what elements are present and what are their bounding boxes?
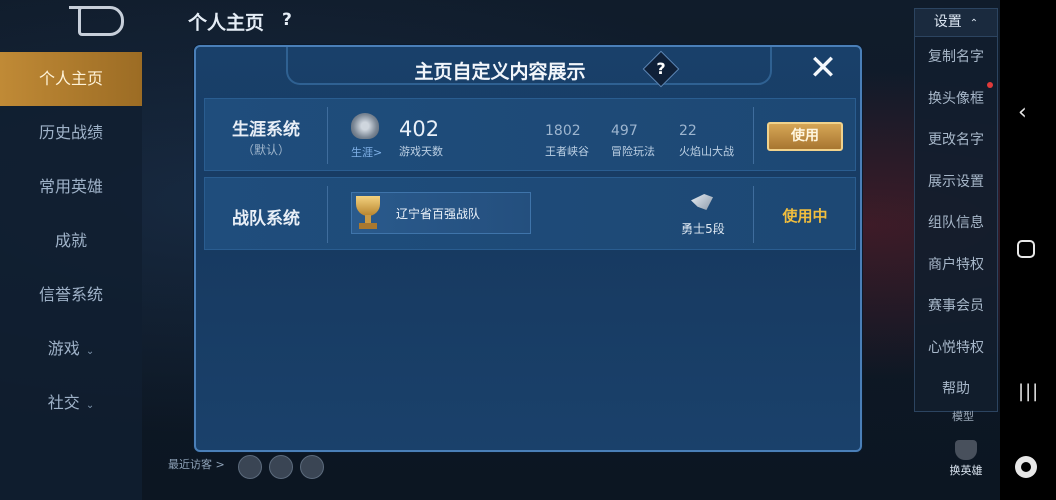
dialog-title: 主页自定义内容展示 xyxy=(414,61,586,83)
customize-display-dialog: 主页自定义内容展示 ? ✕ 生涯系统 （默认） 生涯> 402 游戏天数 180… xyxy=(194,45,862,452)
play-days-label: 游戏天数 xyxy=(399,145,443,158)
close-icon[interactable]: ✕ xyxy=(804,51,842,86)
settings-item-event-member[interactable]: 赛事会员 xyxy=(915,286,997,328)
nav-item-history[interactable]: 历史战绩 xyxy=(0,106,142,160)
avatar[interactable] xyxy=(269,455,293,479)
top-bar: 个人主页 ? xyxy=(0,0,1000,42)
stat-value: 497 xyxy=(611,123,638,139)
system-back-icon[interactable]: ‹ xyxy=(1018,100,1027,125)
avatar[interactable] xyxy=(238,455,262,479)
settings-item-rename[interactable]: 更改名字 xyxy=(915,120,997,162)
use-button[interactable]: 使用 xyxy=(767,122,843,151)
divider xyxy=(753,107,754,164)
nav-label: 历史战绩 xyxy=(38,123,103,142)
nav-item-achievements[interactable]: 成就 xyxy=(0,214,142,268)
help-icon[interactable]: ? xyxy=(282,10,292,30)
avatar[interactable] xyxy=(300,455,324,479)
nav-item-game[interactable]: 游戏 ⌄ xyxy=(0,322,142,376)
settings-item-merchant[interactable]: 商户特权 xyxy=(915,245,997,287)
page-title: 个人主页 xyxy=(188,12,265,34)
play-days-value: 402 xyxy=(399,117,440,141)
settings-item-help[interactable]: 帮助 xyxy=(915,369,997,411)
notification-dot xyxy=(987,82,993,88)
game-assistant-icon[interactable] xyxy=(1015,456,1037,478)
nav-label: 社交 xyxy=(47,393,80,412)
team-system-row: 战队系统 辽宁省百强战队 勇士5段 使用中 xyxy=(204,177,856,250)
stat-value: 22 xyxy=(679,123,697,139)
change-hero-label: 换英雄 xyxy=(949,464,983,477)
career-emblem-icon[interactable] xyxy=(351,113,379,139)
settings-panel: 设置 ⌃ 复制名字 换头像框 更改名字 展示设置 组队信息 商户特权 赛事会员 心… xyxy=(914,8,998,412)
trophy-icon xyxy=(356,196,380,230)
career-link[interactable]: 生涯> xyxy=(351,144,382,160)
nav-item-social[interactable]: 社交 ⌄ xyxy=(0,376,142,430)
rank-badge-icon xyxy=(691,194,713,210)
in-use-status: 使用中 xyxy=(782,207,828,225)
stat-label: 冒险玩法 xyxy=(611,145,655,158)
team-name: 辽宁省百强战队 xyxy=(396,207,481,221)
divider xyxy=(753,186,754,243)
settings-item-display[interactable]: 展示设置 xyxy=(915,162,997,204)
settings-item-copy-name[interactable]: 复制名字 xyxy=(915,37,997,79)
settings-item-avatar-frame[interactable]: 换头像框 xyxy=(915,79,997,121)
left-nav: 个人主页 历史战绩 常用英雄 成就 信誉系统 游戏 ⌄ 社交 ⌄ xyxy=(0,52,142,500)
divider xyxy=(327,107,328,164)
nav-label: 游戏 xyxy=(47,339,80,358)
settings-item-team-info[interactable]: 组队信息 xyxy=(915,203,997,245)
stat-label: 王者峡谷 xyxy=(545,145,589,158)
change-hero-button[interactable]: 换英雄 xyxy=(944,440,988,478)
chevron-down-icon: ⌄ xyxy=(85,346,95,357)
team-card[interactable]: 辽宁省百强战队 xyxy=(351,192,531,234)
stat-value: 1802 xyxy=(545,123,581,139)
nav-item-credit[interactable]: 信誉系统 xyxy=(0,268,142,322)
nav-item-heroes[interactable]: 常用英雄 xyxy=(0,160,142,214)
model-label: 模型 xyxy=(952,410,974,423)
helmet-icon xyxy=(955,440,977,460)
recent-visitors-link[interactable]: 最近访客 > xyxy=(168,456,225,472)
stat-label: 火焰山大战 xyxy=(679,145,734,158)
divider xyxy=(327,186,328,243)
system-home-icon[interactable] xyxy=(1017,240,1035,258)
settings-item-xinyue[interactable]: 心悦特权 xyxy=(915,328,997,370)
row-title: 生涯系统 xyxy=(232,120,300,140)
row-subtitle: （默认） xyxy=(241,143,290,157)
nav-label: 个人主页 xyxy=(38,69,103,88)
nav-label: 常用英雄 xyxy=(38,177,103,196)
settings-label: 设置 xyxy=(933,14,962,30)
nav-item-profile[interactable]: 个人主页 xyxy=(0,52,142,106)
career-system-row: 生涯系统 （默认） 生涯> 402 游戏天数 1802 王者峡谷 497 冒险玩… xyxy=(204,98,856,171)
rank-label: 勇士5段 xyxy=(681,222,725,236)
back-icon[interactable] xyxy=(69,6,124,36)
system-recents-icon[interactable]: ||| xyxy=(1018,381,1039,402)
help-glyph: ? xyxy=(656,59,666,78)
chevron-up-icon: ⌃ xyxy=(969,18,979,29)
nav-label: 信誉系统 xyxy=(38,285,103,304)
chevron-down-icon: ⌄ xyxy=(85,400,95,411)
dialog-header: 主页自定义内容展示 ? ✕ xyxy=(196,47,860,93)
row-title: 战队系统 xyxy=(232,209,300,229)
nav-label: 成就 xyxy=(54,231,87,250)
settings-dropdown[interactable]: 设置 ⌃ xyxy=(915,9,997,37)
